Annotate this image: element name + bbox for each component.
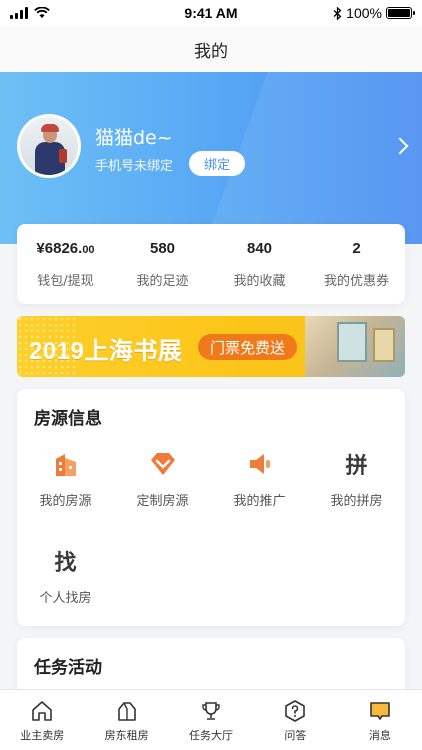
stats-card: ¥6826. 00 钱包/提现 580 我的足迹 840 我的收藏 2 我的优惠券 [17,224,405,304]
status-time: 9:41 AM [184,5,238,21]
banner-badge: 门票免费送 [198,334,298,360]
section-title: 任务活动 [34,658,102,678]
grid-item-my-listings[interactable]: 我的房源 [17,449,114,519]
house-outline-icon [114,698,140,724]
grid-item-custom-listings[interactable]: 定制房源 [114,449,211,519]
status-bar: 9:41 AM 100% [0,0,422,26]
battery-icon [385,7,415,19]
pin-char-icon: 拼 [345,454,368,479]
avatar[interactable] [17,114,81,178]
question-icon [282,698,308,724]
bluetooth-icon [333,6,342,20]
chevron-right-icon[interactable] [391,137,409,155]
diamond-icon [148,449,178,479]
building-icon [51,449,81,479]
stat-coupons[interactable]: 2 我的优惠券 [308,224,405,304]
battery-percent: 100% [346,5,382,21]
phone-status: 手机号未绑定 [95,159,174,174]
nav-bar: 我的 [0,26,422,72]
message-icon [367,698,393,724]
tab-task-hall[interactable]: 任务大厅 [169,690,253,750]
zhao-char-icon: 找 [54,551,77,576]
stat-label: 我的收藏 [233,273,286,289]
stat-label: 我的优惠券 [323,273,389,289]
user-name: 猫猫de~ [95,127,173,149]
stat-value: ¥6826. 00 [36,239,95,257]
stat-label: 钱包/提现 [37,273,94,289]
section-title: 房源信息 [34,409,102,429]
grid-item-find-house[interactable]: 找 个人找房 [17,546,114,616]
bind-phone-button[interactable]: 绑定 [189,151,245,176]
grid-item-my-promotion[interactable]: 我的推广 [211,449,308,519]
tab-rent[interactable]: 房东租房 [84,690,168,750]
wifi-icon [34,7,50,18]
profile-header[interactable]: 猫猫de~ 手机号未绑定 绑定 [0,72,422,244]
tab-messages[interactable]: 消息 [338,690,422,750]
housing-section: 房源信息 我的房源 定制房源 我的推广 拼 我的拼房 找 个人找房 [17,389,405,626]
trophy-icon [198,698,224,724]
speaker-icon [245,449,275,479]
grid-item-shared-rent[interactable]: 拼 我的拼房 [308,449,405,519]
stat-value: 840 [246,239,273,257]
tab-qa[interactable]: 问答 [253,690,337,750]
page-title: 我的 [194,41,228,62]
stat-favorites[interactable]: 840 我的收藏 [211,224,308,304]
stat-value: 2 [352,239,361,257]
promo-banner[interactable]: 2019上海书展 门票免费送 [17,316,405,377]
house-icon [29,698,55,724]
tab-bar: 业主卖房 房东租房 任务大厅 问答 消息 [0,689,422,750]
banner-photo [305,316,405,377]
stat-wallet[interactable]: ¥6826. 00 钱包/提现 [17,224,114,304]
signal-icon [10,7,28,19]
stat-label: 我的足迹 [136,273,189,289]
stat-footprint[interactable]: 580 我的足迹 [114,224,211,304]
stat-value: 580 [149,239,176,257]
tab-sell[interactable]: 业主卖房 [0,690,84,750]
banner-title: 2019上海书展 [29,338,183,365]
